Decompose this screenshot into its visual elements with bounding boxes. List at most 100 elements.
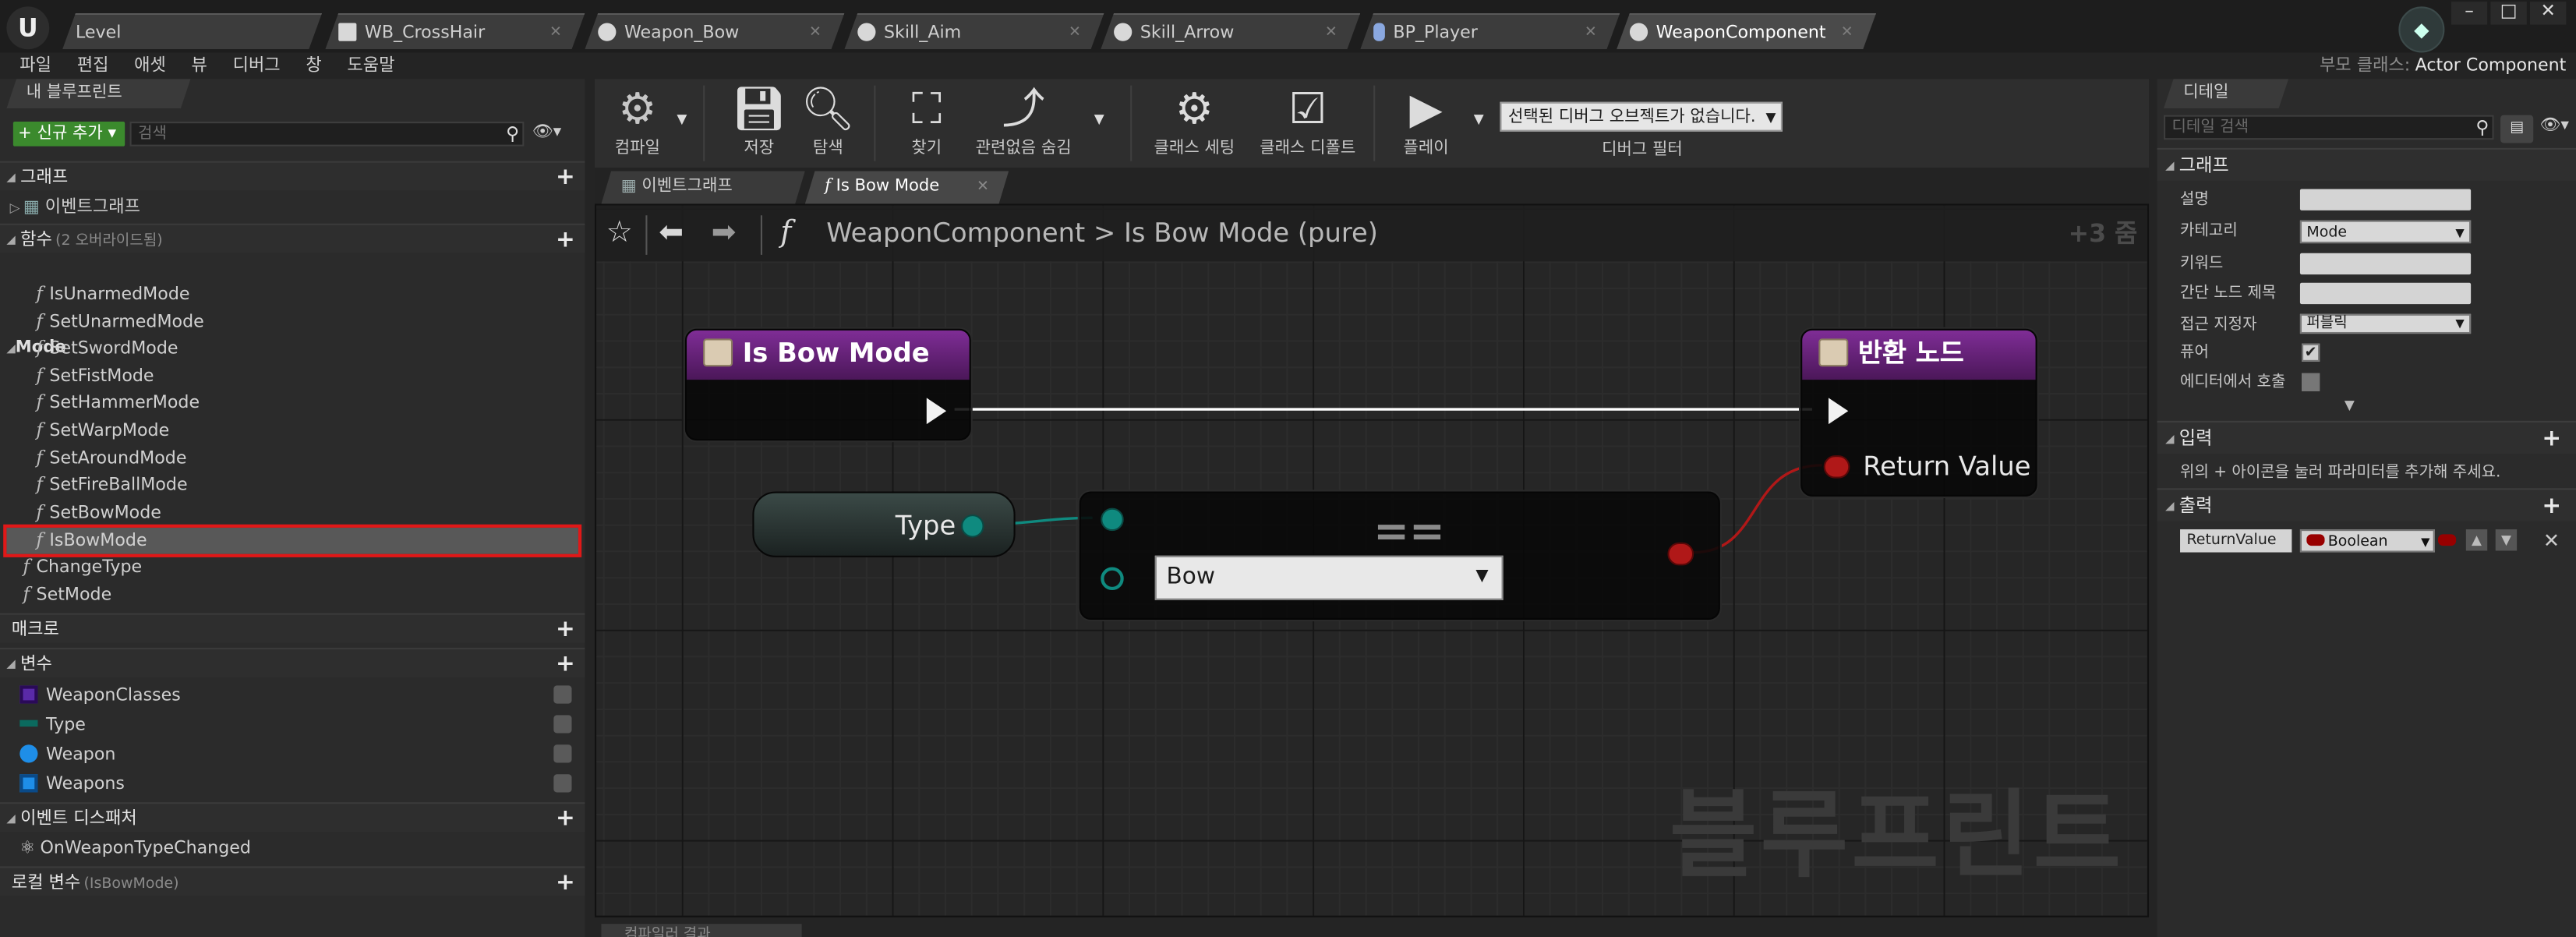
close-icon[interactable]: ✕ xyxy=(1325,15,1337,51)
variable-item[interactable]: Weapon xyxy=(19,740,578,769)
return-value-pin[interactable] xyxy=(1823,455,1850,479)
visibility-eye-icon[interactable] xyxy=(553,774,572,793)
maximize-icon[interactable]: □ xyxy=(2490,1,2527,25)
tab-weapon-bow[interactable]: Weapon_Bow ✕ xyxy=(585,13,844,49)
browse-button[interactable]: 🔍︎ 탐색 xyxy=(795,82,860,164)
play-options-dropdown-icon[interactable]: ▼ xyxy=(1474,111,1484,126)
visibility-eye-icon[interactable] xyxy=(553,744,572,763)
add-macro-button[interactable]: + xyxy=(556,615,575,645)
close-icon[interactable]: ✕ xyxy=(1841,15,1853,51)
tab-event-graph[interactable]: ▦ 이벤트그래프 xyxy=(601,171,804,203)
exec-out-pin[interactable] xyxy=(926,398,947,425)
save-button[interactable]: 💾︎ 저장 xyxy=(726,82,792,164)
inputs-section-header[interactable]: ◢ 입력 + xyxy=(2157,420,2576,455)
close-icon[interactable]: ✕ xyxy=(549,15,562,51)
type-output-pin[interactable] xyxy=(961,514,984,538)
add-local-variable-button[interactable]: + xyxy=(556,868,575,897)
eye-visibility-icon[interactable]: 👁▾ xyxy=(532,123,561,141)
advanced-expand-icon[interactable]: ▼ xyxy=(2345,398,2355,412)
compile-button[interactable]: ⚙ 컴파일 xyxy=(601,82,673,164)
blueprint-search-input[interactable]: 검색 ⚲ xyxy=(129,122,525,147)
return-node[interactable]: 반환 노드 Return Value xyxy=(1800,328,2037,497)
tab-level[interactable]: Level xyxy=(62,13,322,49)
function-item[interactable]: f SetWarpMode xyxy=(36,418,169,444)
enum-input-pin-b[interactable] xyxy=(1101,567,1124,591)
menu-window[interactable]: 창 xyxy=(296,52,332,79)
type-variable-node[interactable]: Type xyxy=(752,491,1016,557)
enum-input-pin-a[interactable] xyxy=(1101,507,1124,532)
function-entry-node[interactable]: Is Bow Mode xyxy=(684,328,971,441)
close-icon[interactable]: ✕ xyxy=(809,15,822,51)
graph-canvas[interactable]: ☆ ⬅ ➡ f WeaponComponent > Is Bow Mode (p… xyxy=(595,203,2150,918)
call-in-editor-checkbox[interactable] xyxy=(2302,373,2320,391)
move-up-button[interactable]: ▲ xyxy=(2465,529,2488,551)
tab-bp-player[interactable]: BP_Player ✕ xyxy=(1360,13,1620,49)
menu-asset[interactable]: 애셋 xyxy=(124,52,175,79)
menu-view[interactable]: 뷰 xyxy=(182,52,217,79)
function-item[interactable]: f SetSwordMode xyxy=(36,335,178,362)
function-item[interactable]: f ChangeType xyxy=(23,554,143,581)
macros-category[interactable]: 매크로 + xyxy=(0,613,585,643)
tab-is-bow-mode[interactable]: f Is Bow Mode ✕ xyxy=(805,171,1009,203)
enum-value-select[interactable]: Bow ▼ xyxy=(1154,555,1504,600)
description-field[interactable] xyxy=(2299,189,2472,210)
add-dispatcher-button[interactable]: + xyxy=(556,804,575,833)
menu-debug[interactable]: 디버그 xyxy=(223,52,290,79)
keywords-field[interactable] xyxy=(2299,253,2472,275)
boolean-output-pin[interactable] xyxy=(1667,542,1694,566)
add-function-button[interactable]: + xyxy=(556,225,575,255)
add-new-button[interactable]: + 신규 추가 ▾ xyxy=(12,122,125,147)
tab-wb-crosshair[interactable]: WB_CrossHair ✕ xyxy=(325,13,585,49)
close-icon[interactable]: ✕ xyxy=(1069,15,1081,51)
menu-file[interactable]: 파일 xyxy=(10,52,62,79)
graph-section-header[interactable]: ◢ 그래프 xyxy=(2157,147,2576,181)
tab-skill-arrow[interactable]: Skill_Arrow ✕ xyxy=(1101,13,1360,49)
output-name-field[interactable]: ReturnValue xyxy=(2180,529,2292,553)
play-button[interactable]: ▶ 플레이 xyxy=(1390,82,1462,164)
output-type-select[interactable]: Boolean ▼ xyxy=(2299,529,2435,553)
compile-options-dropdown-icon[interactable]: ▼ xyxy=(677,111,687,126)
class-defaults-button[interactable]: ☑ 클래스 디폴트 xyxy=(1252,82,1363,164)
variable-item[interactable]: Weapons xyxy=(19,769,578,799)
access-specifier-select[interactable]: 퍼블릭 ▼ xyxy=(2299,313,2472,334)
function-item[interactable]: f SetFireBallMode xyxy=(36,472,187,498)
compact-title-field[interactable] xyxy=(2299,282,2472,305)
functions-category[interactable]: ◢ 함수 (2 오버라이드됨) + xyxy=(0,223,585,255)
variable-item[interactable]: Type xyxy=(19,710,578,740)
graphs-category[interactable]: ◢ 그래프 + xyxy=(0,161,585,191)
debug-object-select[interactable]: 선택된 디버그 오브젝트가 없습니다. ▼ xyxy=(1500,101,1783,132)
local-variables-category[interactable]: 로컬 변수 (IsBowMode) + xyxy=(0,866,585,896)
outputs-section-header[interactable]: ◢ 출력 + xyxy=(2157,488,2576,522)
exec-in-pin[interactable] xyxy=(1828,398,1849,425)
function-item[interactable]: f SetFistMode xyxy=(36,363,154,390)
add-output-button[interactable]: + xyxy=(2542,490,2561,522)
function-item[interactable]: f SetAroundMode xyxy=(36,445,186,472)
visibility-eye-icon[interactable] xyxy=(553,685,572,704)
equal-enum-node[interactable]: == Bow ▼ xyxy=(1079,491,1720,621)
function-item-selected[interactable]: f IsBowMode xyxy=(3,524,582,557)
eye-visibility-icon[interactable]: 👁▾ xyxy=(2540,117,2569,135)
my-blueprint-tab[interactable]: 내 블루프린트 xyxy=(6,79,190,108)
function-item[interactable]: f IsUnarmedMode xyxy=(36,281,189,308)
tab-weapon-component[interactable]: WeaponComponent ✕ xyxy=(1617,13,1876,49)
function-item[interactable]: f SetMode xyxy=(23,582,112,609)
category-select[interactable]: Mode ▼ xyxy=(2299,220,2472,244)
class-settings-button[interactable]: ⚙ 클래스 세팅 xyxy=(1147,82,1242,164)
variables-category[interactable]: ◢ 변수 + xyxy=(0,647,585,677)
add-input-button[interactable]: + xyxy=(2542,423,2561,455)
minimize-icon[interactable]: – xyxy=(2451,1,2488,25)
event-dispatchers-category[interactable]: ◢ 이벤트 디스패처 + xyxy=(0,802,585,833)
unreal-logo-icon[interactable]: U xyxy=(6,6,50,50)
hide-unrelated-button[interactable]: ⤴ 관련없음 숨김 xyxy=(970,82,1078,164)
parent-class-value[interactable]: Actor Component xyxy=(2415,56,2567,76)
tab-skill-aim[interactable]: Skill_Aim ✕ xyxy=(844,13,1104,49)
source-control-icon[interactable]: ◆ xyxy=(2398,6,2445,53)
function-item[interactable]: f SetBowMode xyxy=(36,500,161,526)
function-item[interactable]: f SetHammerMode xyxy=(36,390,200,416)
pure-checkbox[interactable]: ✔ xyxy=(2302,343,2320,362)
property-matrix-icon[interactable]: ▤ xyxy=(2500,115,2534,143)
details-tab[interactable]: 디테일 xyxy=(2164,79,2288,108)
function-item[interactable]: f SetUnarmedMode xyxy=(36,309,203,335)
visibility-eye-icon[interactable] xyxy=(553,715,572,734)
variable-item[interactable]: WeaponClasses xyxy=(19,681,578,710)
